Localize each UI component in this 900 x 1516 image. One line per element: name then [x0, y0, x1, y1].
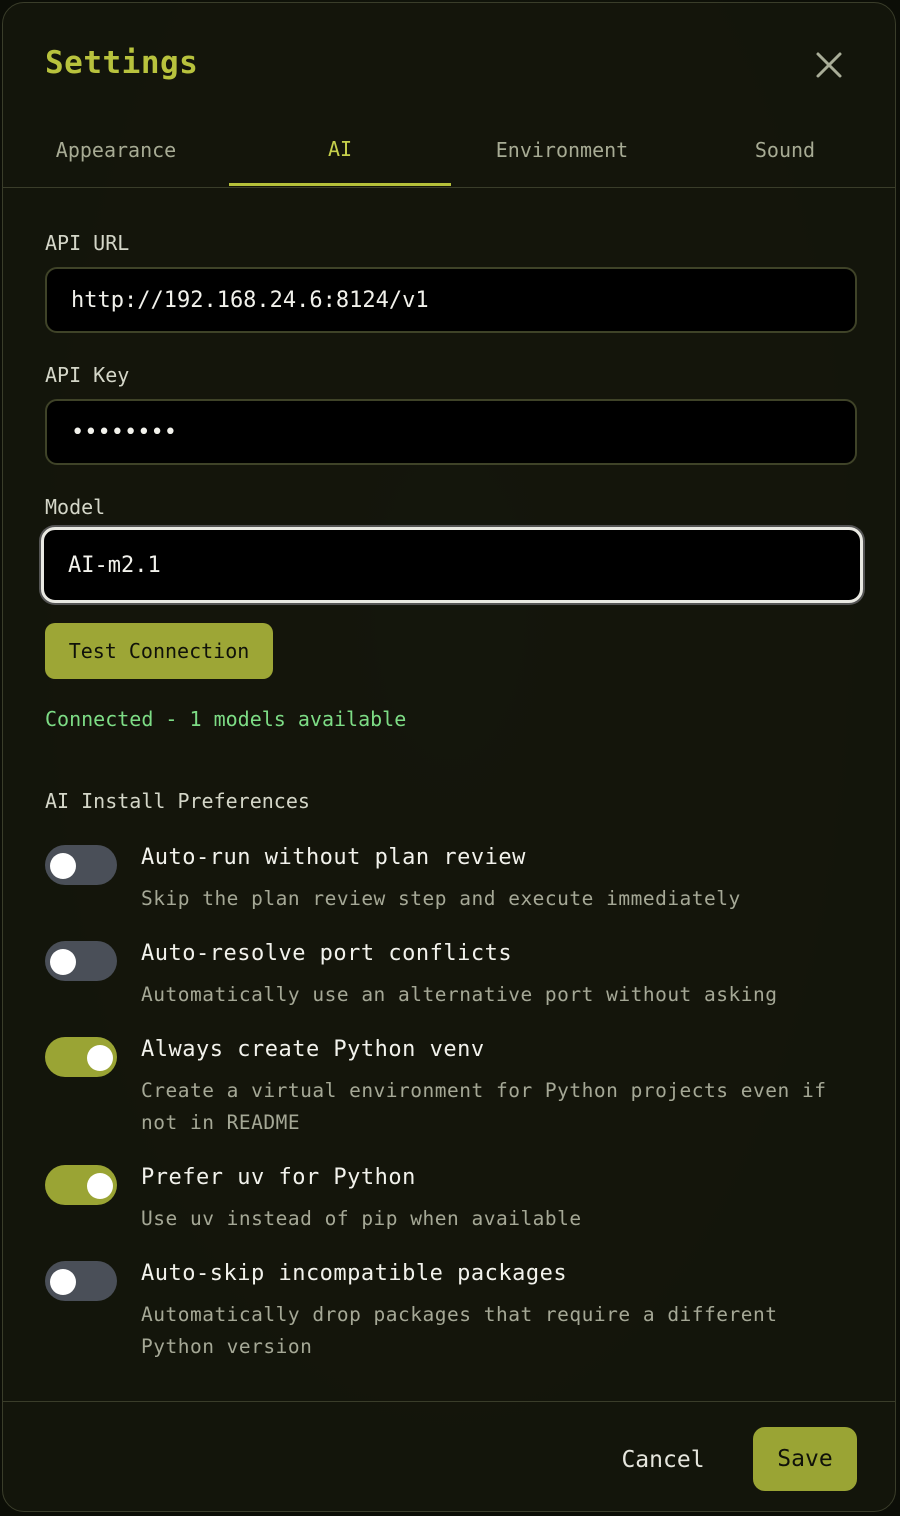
pref-title: Auto-resolve port conflicts	[141, 941, 513, 966]
toggle-knob	[87, 1045, 113, 1071]
tab-appearance[interactable]: Appearance	[3, 115, 229, 185]
close-button[interactable]	[809, 45, 849, 85]
pref-title: Auto-skip incompatible packages	[141, 1261, 568, 1286]
toggle-knob	[50, 949, 76, 975]
model-input[interactable]	[41, 527, 863, 603]
connection-status: Connected - 1 models available	[45, 707, 407, 731]
install-preferences-title: AI Install Preferences	[45, 789, 310, 813]
pref-description: Create a virtual environment for Python …	[141, 1079, 827, 1134]
toggle-switch[interactable]	[45, 845, 117, 885]
pref-title: Always create Python venv	[141, 1037, 485, 1062]
toggle-switch[interactable]	[45, 1165, 117, 1205]
toggle-switch[interactable]	[45, 1261, 117, 1301]
tab-bar: Appearance AI Environment Sound	[3, 115, 895, 188]
save-button[interactable]: Save	[753, 1427, 857, 1491]
toggle-knob	[50, 853, 76, 879]
pref-description: Automatically use an alternative port wi…	[141, 983, 778, 1006]
tab-environment[interactable]: Environment	[451, 115, 673, 185]
pref-description: Use uv instead of pip when available	[141, 1207, 582, 1230]
api-key-label: API Key	[45, 363, 130, 387]
close-icon	[816, 52, 842, 78]
api-key-input[interactable]	[45, 399, 857, 465]
settings-dialog: Settings Appearance AI Environment Sound…	[2, 2, 896, 1512]
test-connection-button[interactable]: Test Connection	[45, 623, 273, 679]
tab-sound[interactable]: Sound	[673, 115, 895, 185]
pref-description: Skip the plan review step and execute im…	[141, 887, 741, 910]
toggle-knob	[87, 1173, 113, 1199]
model-label: Model	[45, 495, 106, 519]
api-url-input[interactable]	[45, 267, 857, 333]
pref-description: Automatically drop packages that require…	[141, 1303, 778, 1358]
pref-title: Auto-run without plan review	[141, 845, 526, 870]
pref-title: Prefer uv for Python	[141, 1165, 416, 1190]
api-url-label: API URL	[45, 231, 130, 255]
toggle-switch[interactable]	[45, 941, 117, 981]
cancel-button[interactable]: Cancel	[603, 1429, 723, 1491]
toggle-switch[interactable]	[45, 1037, 117, 1077]
toggle-knob	[50, 1269, 76, 1295]
tab-ai[interactable]: AI	[229, 115, 451, 186]
dialog-title: Settings	[45, 45, 199, 81]
